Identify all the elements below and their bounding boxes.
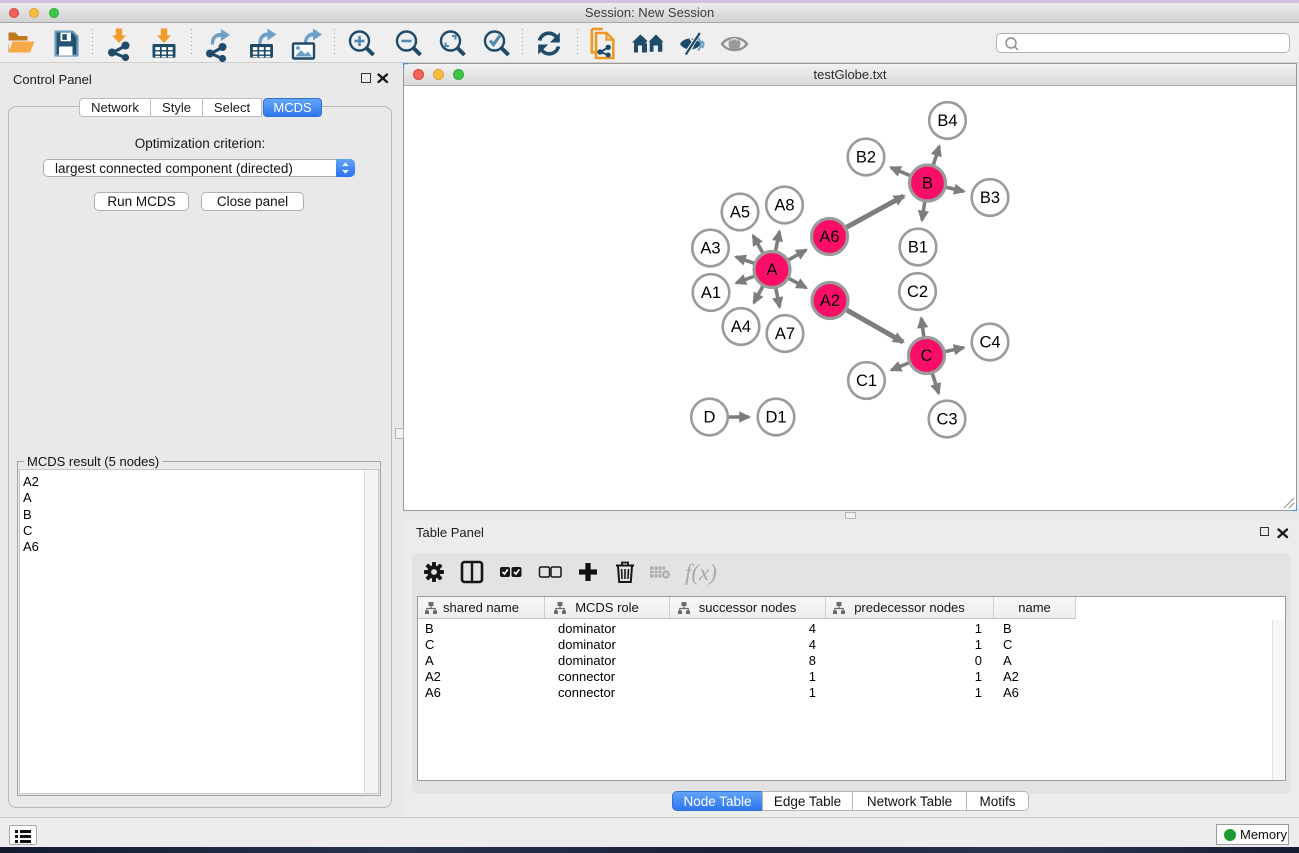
svg-text:B3: B3	[980, 189, 1000, 207]
svg-text:C4: C4	[979, 334, 1000, 352]
svg-text:C1: C1	[856, 372, 877, 390]
svg-text:D: D	[704, 409, 716, 427]
svg-text:A5: A5	[730, 204, 750, 222]
svg-text:f(x): f(x)	[685, 560, 717, 585]
svg-text:A6: A6	[819, 228, 839, 246]
svg-text:B2: B2	[856, 149, 876, 167]
svg-text:A2: A2	[820, 292, 840, 310]
svg-text:A: A	[766, 261, 777, 279]
svg-text:B: B	[922, 175, 933, 193]
svg-text:C2: C2	[907, 283, 928, 301]
svg-text:B4: B4	[937, 112, 957, 130]
svg-text:A1: A1	[701, 284, 721, 302]
svg-text:A8: A8	[774, 197, 794, 215]
svg-text:C3: C3	[936, 411, 957, 429]
svg-text:B1: B1	[908, 239, 928, 257]
svg-text:D1: D1	[765, 409, 786, 427]
svg-text:A3: A3	[700, 240, 720, 258]
svg-text:A4: A4	[731, 318, 751, 336]
svg-text:C: C	[921, 347, 933, 365]
svg-text:A7: A7	[775, 325, 795, 343]
